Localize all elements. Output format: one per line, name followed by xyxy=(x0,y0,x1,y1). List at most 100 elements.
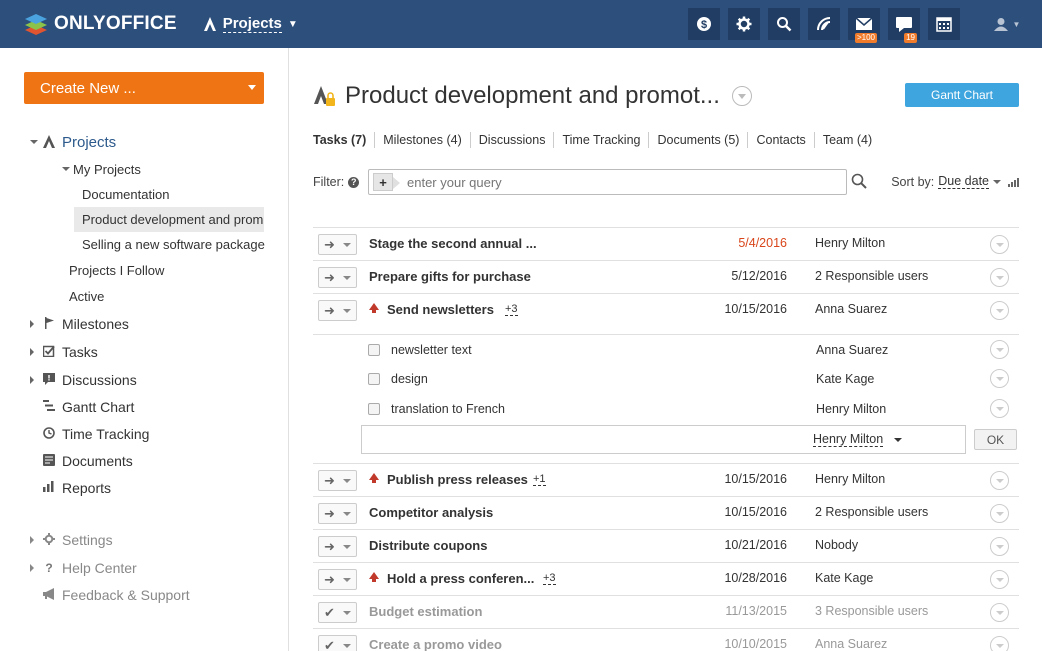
sidebar-item-projects[interactable]: Projects xyxy=(30,134,116,151)
mail-icon[interactable]: >100 xyxy=(848,8,880,43)
tab-milestones[interactable]: Milestones (4) xyxy=(374,132,470,148)
task-name[interactable]: Stage the second annual ... xyxy=(369,236,537,251)
subtask-count[interactable]: +1 xyxy=(533,473,546,486)
payments-icon[interactable]: $ xyxy=(688,8,720,40)
project-menu-button[interactable] xyxy=(731,86,752,106)
table-row[interactable]: ➜ Competitor analysis 10/15/2016 2 Respo… xyxy=(313,496,1019,529)
row-menu-button[interactable] xyxy=(990,570,1009,589)
row-menu-button[interactable] xyxy=(990,301,1009,320)
task-name[interactable]: Create a promo video xyxy=(369,637,502,651)
feed-icon[interactable] xyxy=(808,8,840,40)
sidebar-item-feedback[interactable]: Feedback & Support xyxy=(42,587,190,603)
search-icon[interactable] xyxy=(851,173,867,193)
status-button[interactable]: ➜ xyxy=(318,569,357,590)
task-name[interactable]: Competitor analysis xyxy=(369,505,493,520)
filter-input[interactable] xyxy=(407,174,807,190)
status-button[interactable]: ➜ xyxy=(318,536,357,557)
subtask-row[interactable]: newsletter text Anna Suarez xyxy=(313,334,1019,364)
sidebar-item-tasks[interactable]: Tasks xyxy=(30,344,98,360)
task-name[interactable]: Distribute coupons xyxy=(369,538,487,553)
row-menu-button[interactable] xyxy=(990,399,1009,418)
row-menu-button[interactable] xyxy=(990,268,1009,287)
search-icon[interactable] xyxy=(768,8,800,40)
help-icon[interactable]: ? xyxy=(348,176,360,188)
tab-team[interactable]: Team (4) xyxy=(813,132,880,148)
tab-documents[interactable]: Documents (5) xyxy=(648,132,747,148)
add-filter-button[interactable]: + xyxy=(373,173,400,191)
sort-label: Sort by: xyxy=(891,174,935,189)
row-menu-button[interactable] xyxy=(990,369,1009,388)
row-menu-button[interactable] xyxy=(990,636,1009,651)
sidebar-item-time-tracking[interactable]: Time Tracking xyxy=(42,426,149,442)
sidebar-item-milestones[interactable]: Milestones xyxy=(30,316,129,332)
table-row[interactable]: ✔ Create a promo video 10/10/2015 Anna S… xyxy=(313,628,1019,651)
task-name[interactable]: Hold a press conferen... xyxy=(387,571,534,586)
table-row[interactable]: ➜ Distribute coupons 10/21/2016 Nobody xyxy=(313,529,1019,562)
task-name[interactable]: Prepare gifts for purchase xyxy=(369,269,531,284)
sidebar-item-settings[interactable]: Settings xyxy=(30,532,113,548)
tab-contacts[interactable]: Contacts xyxy=(747,132,813,148)
status-button[interactable]: ➜ xyxy=(318,300,357,321)
status-button[interactable]: ➜ xyxy=(318,267,357,288)
sort-select[interactable]: Due date xyxy=(938,174,989,189)
status-button[interactable]: ➜ xyxy=(318,470,357,491)
sidebar-item-active[interactable]: Active xyxy=(69,289,104,304)
new-subtask-input[interactable]: Henry Milton xyxy=(361,425,966,454)
subtask-name[interactable]: newsletter text xyxy=(391,343,472,357)
subtask-checkbox[interactable] xyxy=(368,344,380,356)
table-row[interactable]: ✔ Budget estimation 11/13/2015 3 Respons… xyxy=(313,595,1019,628)
create-new-button[interactable]: Create New ... xyxy=(24,72,264,104)
task-name[interactable]: Budget estimation xyxy=(369,604,482,619)
sidebar-item-my-projects[interactable]: My Projects xyxy=(62,162,141,177)
status-button[interactable]: ➜ xyxy=(318,234,357,255)
responsible-select[interactable]: Henry Milton xyxy=(813,432,884,447)
subtask-count[interactable]: +3 xyxy=(543,572,556,585)
module-switcher[interactable]: Projects ▼ xyxy=(203,15,298,33)
task-name[interactable]: Publish press releases xyxy=(387,472,528,487)
sidebar-item-discussions[interactable]: Discussions xyxy=(30,372,137,388)
tab-discussions[interactable]: Discussions xyxy=(469,132,554,148)
tab-tasks[interactable]: Tasks (7) xyxy=(313,132,374,148)
subtask-checkbox[interactable] xyxy=(368,373,380,385)
sidebar-item-help-center[interactable]: ? Help Center xyxy=(30,560,137,576)
subtask-row[interactable]: design Kate Kage xyxy=(313,364,1019,394)
sidebar-item-projects-i-follow[interactable]: Projects I Follow xyxy=(69,263,164,278)
subtask-checkbox[interactable] xyxy=(368,403,380,415)
table-row[interactable]: ➜ Prepare gifts for purchase 5/12/2016 2… xyxy=(313,260,1019,293)
status-button[interactable]: ✔ xyxy=(318,635,357,651)
user-menu[interactable]: ▼ xyxy=(980,0,1034,48)
sidebar-item-project[interactable]: Documentation xyxy=(82,187,169,202)
row-menu-button[interactable] xyxy=(990,235,1009,254)
arrow-right-icon: ➜ xyxy=(324,572,335,587)
ok-button[interactable]: OK xyxy=(974,429,1017,450)
talk-icon[interactable]: 19 xyxy=(888,8,920,43)
sidebar-item-project[interactable]: Selling a new software package xyxy=(82,237,265,252)
task-name[interactable]: Send newsletters xyxy=(387,302,494,317)
row-menu-button[interactable] xyxy=(990,603,1009,622)
subtask-count[interactable]: +3 xyxy=(505,303,518,316)
subtask-name[interactable]: translation to French xyxy=(391,402,505,416)
status-button[interactable]: ✔ xyxy=(318,602,357,623)
sort-order-icon[interactable] xyxy=(1007,177,1019,187)
sidebar-item-project-active[interactable]: Product development and prom... xyxy=(74,207,264,232)
sidebar-item-reports[interactable]: Reports xyxy=(42,480,111,496)
sidebar-item-gantt-chart[interactable]: Gantt Chart xyxy=(42,399,134,415)
gantt-chart-button[interactable]: Gantt Chart xyxy=(905,83,1019,107)
row-menu-button[interactable] xyxy=(990,537,1009,556)
row-menu-button[interactable] xyxy=(990,471,1009,490)
table-row[interactable]: ➜ Stage the second annual ... 5/4/2016 H… xyxy=(313,227,1019,260)
table-row[interactable]: ➜ Hold a press conferen... +3 10/28/2016… xyxy=(313,562,1019,595)
sidebar-item-documents[interactable]: Documents xyxy=(42,453,133,469)
subtask-row[interactable]: translation to French Henry Milton xyxy=(313,394,1019,424)
table-row[interactable]: ➜ Publish press releases +1 10/15/2016 H… xyxy=(313,463,1019,496)
expand-icon xyxy=(30,564,34,572)
calendar-icon[interactable] xyxy=(928,8,960,40)
table-row[interactable]: ➜ Send newsletters +3 10/15/2016 Anna Su… xyxy=(313,293,1019,326)
logo[interactable]: ONLYOFFICE xyxy=(24,0,177,48)
subtask-name[interactable]: design xyxy=(391,372,428,386)
tab-time-tracking[interactable]: Time Tracking xyxy=(553,132,648,148)
row-menu-button[interactable] xyxy=(990,504,1009,523)
settings-icon[interactable] xyxy=(728,8,760,40)
status-button[interactable]: ➜ xyxy=(318,503,357,524)
row-menu-button[interactable] xyxy=(990,340,1009,359)
